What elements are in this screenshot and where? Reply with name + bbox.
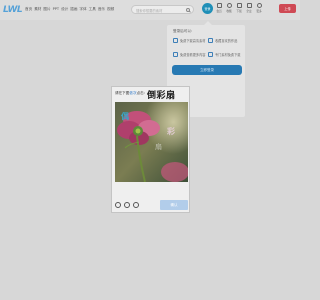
vip-icon xyxy=(216,3,222,8)
nav-item-material[interactable]: 素材 xyxy=(34,6,41,12)
star-icon xyxy=(226,3,232,8)
benefit-label: 专门素材免费下载 xyxy=(215,53,241,57)
prompt-prefix: 请在下图 xyxy=(115,91,130,95)
captcha-confirm-button[interactable]: 确认 xyxy=(160,200,188,210)
benefit-list: 免费下载高清素材 收藏喜欢的作品 免费查看更多内容 专门素材免费下载 xyxy=(173,38,243,57)
prompt-suffix: 点击: xyxy=(136,91,145,95)
gift-icon xyxy=(208,52,213,57)
search-input[interactable]: 搜索你想要的素材 xyxy=(131,5,194,14)
avatar-text: 登录 xyxy=(204,6,211,11)
top-header: LWL 首页 素材 图片 PPT 设计 插画 字体 工具 音乐 视频 搜索你想要… xyxy=(0,0,300,20)
benefit-item: 收藏喜欢的作品 xyxy=(208,38,243,43)
tool-enterprise[interactable]: 企业 xyxy=(245,3,253,13)
tool-download[interactable]: 下载 xyxy=(235,3,243,13)
tool-label: 下载 xyxy=(236,9,242,13)
benefit-item: 免费下载高清素材 xyxy=(173,38,208,43)
popover-title: 登录后可以: xyxy=(173,29,193,33)
refresh-icon[interactable] xyxy=(124,202,130,208)
benefit-label: 收藏喜欢的作品 xyxy=(215,39,238,43)
nav-item-tools[interactable]: 工具 xyxy=(89,6,96,12)
captcha-image[interactable]: 偶 彩 扇 xyxy=(115,102,188,182)
avatar[interactable]: 登录 xyxy=(202,3,213,14)
login-button[interactable]: 立即登录 xyxy=(172,65,242,75)
tool-label: 更多 xyxy=(256,9,262,13)
help-icon[interactable] xyxy=(133,202,139,208)
tool-favorites[interactable]: 收藏 xyxy=(225,3,233,13)
nav-item-illustration[interactable]: 插画 xyxy=(70,6,77,12)
benefit-item: 免费查看更多内容 xyxy=(173,52,208,57)
search-icon[interactable] xyxy=(186,7,190,12)
tool-label: 企业 xyxy=(246,9,252,13)
benefit-label: 免费查看更多内容 xyxy=(180,53,206,57)
tool-label: 会员 xyxy=(216,9,222,13)
logo-text: LWL xyxy=(3,5,23,15)
more-icon xyxy=(256,3,262,8)
building-icon xyxy=(246,3,252,8)
nav-item-picture[interactable]: 图片 xyxy=(43,6,50,12)
captcha-dialog: 请在下图依次点击: 倒彩扇 偶 彩 扇 确认 xyxy=(111,86,190,213)
captcha-prompt: 请在下图依次点击: xyxy=(115,91,145,96)
benefit-label: 免费下载高清素材 xyxy=(180,39,206,43)
nav-item-home[interactable]: 首页 xyxy=(25,6,32,12)
tool-more[interactable]: 更多 xyxy=(255,3,263,13)
tool-label: 收藏 xyxy=(226,9,232,13)
header-tools: 会员 收藏 下载 企业 更多 xyxy=(215,3,263,13)
svg-text:扇: 扇 xyxy=(155,142,162,151)
nav-item-video[interactable]: 视频 xyxy=(107,6,114,12)
nav-item-font[interactable]: 字体 xyxy=(79,6,86,12)
nav-item-design[interactable]: 设计 xyxy=(61,6,68,12)
login-button-label: 立即登录 xyxy=(200,67,214,72)
prompt-highlight: 依次 xyxy=(129,91,137,95)
document-icon xyxy=(173,52,178,57)
download-icon xyxy=(173,38,178,43)
heart-icon xyxy=(208,38,213,43)
nav-item-ppt[interactable]: PPT xyxy=(53,6,60,12)
svg-text:彩: 彩 xyxy=(166,126,175,136)
svg-text:偶: 偶 xyxy=(121,111,129,121)
search-placeholder: 搜索你想要的素材 xyxy=(136,8,163,13)
flower-photo: 偶 彩 扇 xyxy=(115,102,188,182)
close-icon[interactable] xyxy=(115,202,121,208)
site-logo[interactable]: LWL xyxy=(3,4,23,16)
tool-vip[interactable]: 会员 xyxy=(215,3,223,13)
upload-button[interactable]: 上传 xyxy=(279,4,296,13)
upload-label: 上传 xyxy=(284,7,291,11)
main-nav: 首页 素材 图片 PPT 设计 插画 字体 工具 音乐 视频 xyxy=(25,6,114,12)
nav-item-music[interactable]: 音乐 xyxy=(98,6,105,12)
download-icon xyxy=(236,3,242,8)
benefit-item: 专门素材免费下载 xyxy=(208,52,243,57)
captcha-target-chars: 倒彩扇 xyxy=(147,91,176,101)
confirm-label: 确认 xyxy=(170,202,178,207)
